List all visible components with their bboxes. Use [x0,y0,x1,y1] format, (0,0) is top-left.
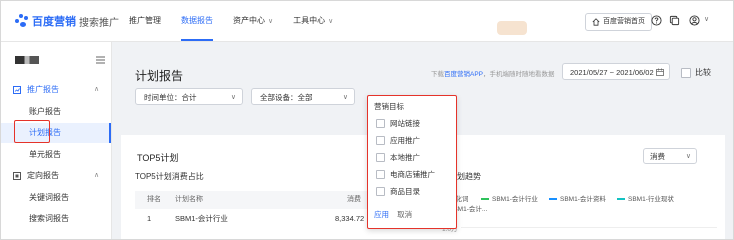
sidebar-group-targeting-report[interactable]: 定向报告 ∧ [1,166,111,186]
top-navigation: 百度营销 搜索推广 推广管理 数据报告 资产中心 ∨ 工具中心 ∨ 百度营销首页 ∨ [1,1,733,42]
legend-swatch [481,198,489,201]
blurred-area [497,21,527,35]
sidebar-item-keyword-report[interactable]: 关键词报告 [1,188,111,208]
baidu-paw-icon [15,14,29,28]
tab-tool-center[interactable]: 工具中心 ∨ [283,1,343,41]
row-spend: 8,334.72 [335,214,365,223]
popup-title: 营销目标 [374,102,404,111]
cancel-button[interactable]: 取消 [397,210,412,219]
tab-promotion-management[interactable]: 推广管理 [119,1,171,41]
app-download-link[interactable]: 百度营销APP [444,71,483,78]
chevron-down-icon: ∨ [268,18,274,25]
tab-data-report[interactable]: 数据报告 [171,1,223,41]
column-spend: 消费 [347,196,361,203]
legend-item[interactable]: SBM1-行业现状 [617,193,674,203]
checkbox[interactable] [376,136,385,145]
column-rank: 排名 [147,196,161,203]
app-window: 百度营销 搜索推广 推广管理 数据报告 资产中心 ∨ 工具中心 ∨ 百度营销首页 ∨… [0,0,734,240]
chart-gridline [461,227,717,228]
baidu-marketing-home-button[interactable]: 百度营销首页 [585,13,652,31]
option-website-link[interactable]: 网站链接 [376,118,420,129]
marketing-goal-popup: 营销目标 网站链接 应用推广 本地推广 电商店铺推广 商品目录 应用 取消 [367,95,457,229]
apply-button[interactable]: 应用 [374,210,389,219]
row-rank: 1 [147,214,152,223]
sidebar-item-unit-report[interactable]: 单元报告 [1,145,111,165]
main-nav: 推广管理 数据报告 资产中心 ∨ 工具中心 ∨ [119,1,343,41]
checkbox[interactable] [376,119,385,128]
device-select[interactable]: 全部设备：全部 ∨ [251,88,355,105]
table-header: 排名 计划名称 消费 [135,191,367,209]
brand-product: 搜索推广 [79,17,119,29]
chevron-down-icon: ∨ [685,153,691,160]
highlight-box-plan-report [14,120,50,143]
legend-item[interactable]: SBM1-会计资料 [549,193,606,203]
legend-item[interactable]: SBM1-会计行业 [481,193,538,203]
user-avatar-icon[interactable] [689,15,700,26]
menu-collapse-icon[interactable] [96,56,105,64]
checkbox[interactable] [376,153,385,162]
chevron-up-icon: ∧ [94,86,100,93]
option-app-promotion[interactable]: 应用推广 [376,135,420,146]
target-icon [13,172,21,180]
brand-logo[interactable]: 百度营销 搜索推广 [15,13,119,29]
home-icon [592,18,600,26]
popup-actions: 应用 取消 [374,209,412,220]
calendar-icon [656,68,664,76]
table-row: 1 SBM1-会计行业 8,334.72 [135,211,367,227]
sidebar-group-promotion-report[interactable]: 推广报告 ∧ [1,80,111,100]
legend-swatch [617,198,625,201]
date-range-picker[interactable]: 2021/05/27 ~ 2021/06/02 [562,63,670,80]
top5-share-subtitle: TOP5计划消费占比 [135,172,204,181]
brand-name: 百度营销 [32,16,76,28]
metric-select[interactable]: 消费 ∨ [643,148,697,164]
sidebar-item-search-term-report[interactable]: 搜索词报告 [1,209,111,229]
tab-asset-center[interactable]: 资产中心 ∨ [223,1,283,41]
page-title: 计划报告 [135,69,184,83]
checkbox[interactable] [376,187,385,196]
time-unit-select[interactable]: 时间单位：合计 ∨ [135,88,243,105]
top5-title: TOP5计划 [137,153,179,163]
checkbox[interactable] [376,170,385,179]
option-product-catalog[interactable]: 商品目录 [376,186,420,197]
chevron-down-icon[interactable]: ∨ [704,15,709,23]
chevron-up-icon: ∧ [94,172,100,179]
legend-swatch [549,198,557,201]
compare-checkbox[interactable]: 比较 [681,67,711,78]
row-plan-name[interactable]: SBM1-会计行业 [175,211,228,227]
option-local-promotion[interactable]: 本地推广 [376,152,420,163]
account-name-blurred [15,56,39,64]
chevron-down-icon: ∨ [230,94,236,101]
report-icon [13,86,21,94]
message-icon[interactable] [669,15,680,26]
checkbox[interactable] [681,67,691,78]
sidebar-item-account-report[interactable]: 账户报告 [1,102,111,122]
column-plan-name: 计划名称 [175,196,203,203]
app-download-hint: 下载百度营销APP，手机端随时随地看数据 [431,71,555,78]
option-ecommerce-store-promotion[interactable]: 电商店铺推广 [376,169,435,180]
help-icon[interactable] [651,15,662,26]
chevron-down-icon: ∨ [328,18,334,25]
chevron-down-icon: ∨ [342,94,348,101]
